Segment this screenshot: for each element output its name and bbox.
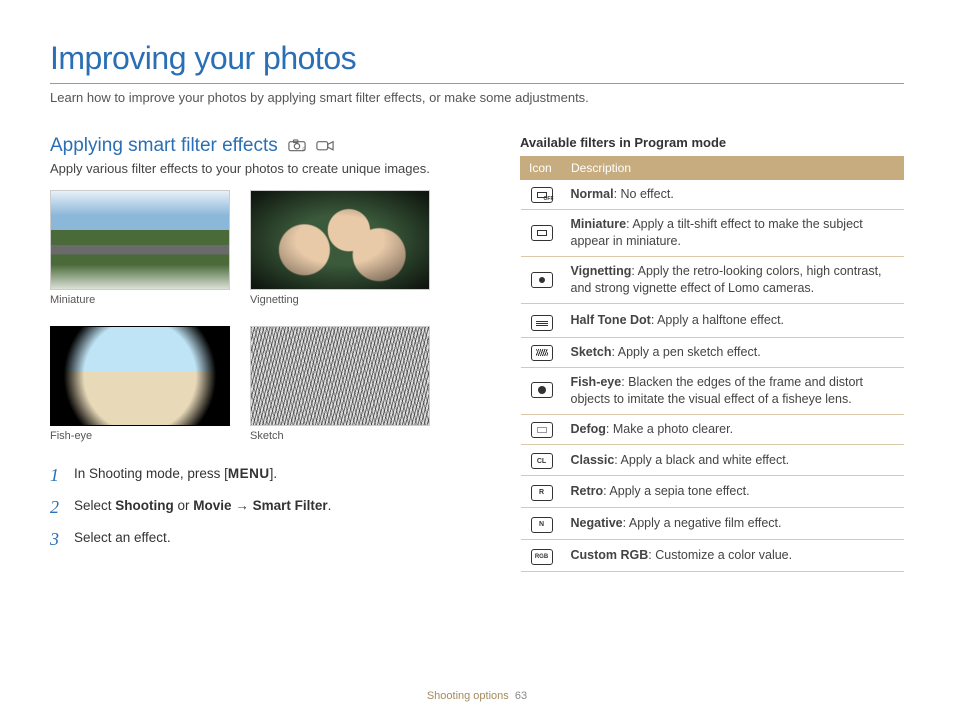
filter-name: Negative: [571, 516, 623, 530]
step-text: Select an effect.: [74, 530, 171, 548]
sample-image-fisheye: [50, 326, 230, 426]
sample-image-miniature: [50, 190, 230, 290]
filter-name: Normal: [571, 187, 614, 201]
step-1: 1 In Shooting mode, press [MENU].: [50, 466, 470, 484]
sample-image-sketch: [250, 326, 430, 426]
movie-icon: [316, 139, 334, 153]
page-title: Improving your photos: [50, 40, 904, 77]
footer-section: Shooting options: [427, 690, 509, 702]
filter-fisheye-icon: [531, 382, 553, 398]
menu-label: MENU: [228, 466, 270, 481]
step-bold: Smart Filter: [253, 498, 328, 513]
filter-name: Fish-eye: [571, 375, 622, 389]
section-heading-row: Applying smart filter effects P: [50, 135, 470, 157]
step-text: In Shooting mode, press [MENU].: [74, 466, 277, 484]
footer-page-number: 63: [515, 690, 527, 702]
filters-table: Icon Description Normal: No effect. Mini…: [520, 156, 904, 572]
svg-text:P: P: [302, 147, 305, 152]
table-row: Defog: Make a photo clearer.: [521, 414, 904, 444]
table-row: Fish-eye: Blacken the edges of the frame…: [521, 367, 904, 414]
step-2: 2 Select Shooting or Movie → Smart Filte…: [50, 498, 470, 516]
filters-heading: Available filters in Program mode: [520, 135, 904, 150]
page-footer: Shooting options 63: [0, 690, 954, 702]
steps-list: 1 In Shooting mode, press [MENU]. 2 Sele…: [50, 466, 470, 548]
table-row: Sketch: Apply a pen sketch effect.: [521, 338, 904, 368]
filter-desc: : Apply a sepia tone effect.: [603, 484, 749, 498]
step-number: 1: [50, 466, 64, 484]
filter-desc: : No effect.: [614, 187, 674, 201]
sample-miniature: Miniature: [50, 190, 230, 306]
step-fragment: ].: [270, 466, 278, 481]
filter-sketch-icon: [531, 345, 553, 361]
table-row: RGB Custom RGB: Customize a color value.: [521, 539, 904, 571]
right-column: Available filters in Program mode Icon D…: [520, 135, 904, 572]
filter-name: Custom RGB: [571, 548, 649, 562]
title-underline: [50, 83, 904, 84]
filter-halftone-icon: [531, 315, 553, 331]
sample-caption: Miniature: [50, 294, 230, 306]
sample-caption: Fish-eye: [50, 430, 230, 442]
sample-vignetting: Vignetting: [250, 190, 430, 306]
step-number: 3: [50, 530, 64, 548]
filter-normal-icon: [531, 187, 553, 203]
page-subtitle: Learn how to improve your photos by appl…: [50, 90, 904, 105]
filter-name: Sketch: [571, 345, 612, 359]
table-row: CL Classic: Apply a black and white effe…: [521, 444, 904, 476]
step-fragment: →: [232, 498, 253, 513]
filter-vignetting-icon: [531, 272, 553, 288]
filter-name: Defog: [571, 422, 606, 436]
filter-negative-icon: N: [531, 517, 553, 533]
step-number: 2: [50, 498, 64, 516]
content-columns: Applying smart filter effects P Apply va…: [50, 135, 904, 572]
filter-desc: : Make a photo clearer.: [606, 422, 733, 436]
filter-name: Half Tone Dot: [571, 313, 651, 327]
th-desc: Description: [563, 157, 904, 180]
filter-name: Retro: [571, 484, 604, 498]
left-column: Applying smart filter effects P Apply va…: [50, 135, 470, 572]
filter-miniature-icon: [531, 225, 553, 241]
step-fragment: In Shooting mode, press [: [74, 466, 228, 481]
filter-name: Classic: [571, 453, 615, 467]
filter-retro-icon: R: [531, 485, 553, 501]
filter-defog-icon: [531, 422, 553, 438]
section-heading: Applying smart filter effects: [50, 135, 278, 157]
sample-grid: Miniature Vignetting Fish-eye Sketch: [50, 190, 470, 442]
table-row: N Negative: Apply a negative film effect…: [521, 508, 904, 540]
table-row: Normal: No effect.: [521, 180, 904, 210]
step-fragment: .: [328, 498, 332, 513]
step-fragment: or: [174, 498, 194, 513]
sample-caption: Vignetting: [250, 294, 430, 306]
filter-desc: : Apply a negative film effect.: [623, 516, 782, 530]
step-3: 3 Select an effect.: [50, 530, 470, 548]
filter-desc: : Customize a color value.: [648, 548, 792, 562]
table-row: Vignetting: Apply the retro-looking colo…: [521, 256, 904, 303]
filter-classic-icon: CL: [531, 453, 553, 469]
filter-customrgb-icon: RGB: [531, 549, 553, 565]
filter-name: Miniature: [571, 217, 627, 231]
camera-p-icon: P: [288, 139, 306, 153]
table-row: R Retro: Apply a sepia tone effect.: [521, 476, 904, 508]
filter-desc: : Apply a black and white effect.: [614, 453, 789, 467]
step-bold: Movie: [193, 498, 231, 513]
step-text: Select Shooting or Movie → Smart Filter.: [74, 498, 331, 516]
step-fragment: Select: [74, 498, 115, 513]
filter-desc: : Apply a halftone effect.: [651, 313, 784, 327]
table-row: Miniature: Apply a tilt-shift effect to …: [521, 210, 904, 257]
th-icon: Icon: [521, 157, 563, 180]
table-row: Half Tone Dot: Apply a halftone effect.: [521, 303, 904, 338]
sample-image-vignetting: [250, 190, 430, 290]
sample-fisheye: Fish-eye: [50, 326, 230, 442]
filter-name: Vignetting: [571, 264, 632, 278]
section-desc: Apply various filter effects to your pho…: [50, 161, 470, 176]
step-bold: Shooting: [115, 498, 173, 513]
sample-sketch: Sketch: [250, 326, 430, 442]
filter-desc: : Apply a pen sketch effect.: [612, 345, 761, 359]
sample-caption: Sketch: [250, 430, 430, 442]
